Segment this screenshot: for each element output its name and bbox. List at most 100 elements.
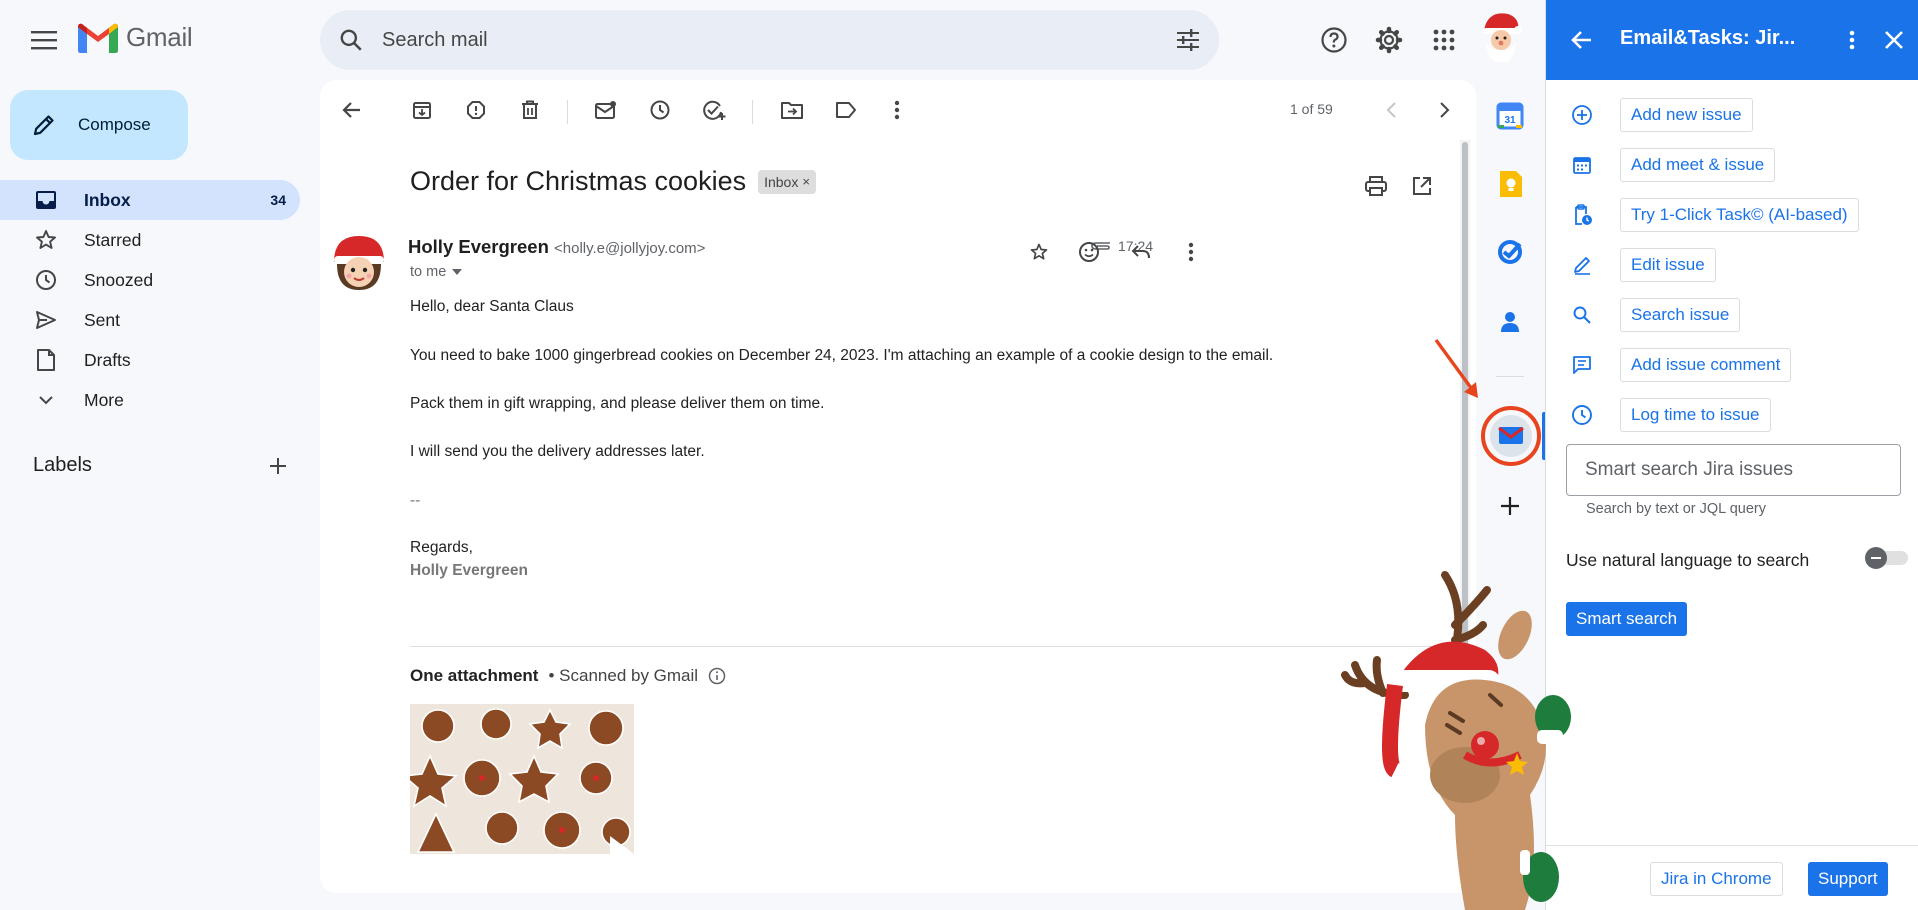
sidebar-item-more[interactable]: More xyxy=(0,380,300,420)
panel-footer-divider xyxy=(1546,845,1918,846)
star-icon xyxy=(32,228,60,252)
add-label-plus-icon[interactable] xyxy=(262,450,294,482)
search-issue-button[interactable]: Search issue xyxy=(1620,298,1741,332)
action-add-issue-comment[interactable]: Add issue comment xyxy=(1566,348,1792,382)
google-keep-icon[interactable] xyxy=(1492,166,1528,202)
clipboard-clock-icon xyxy=(1566,204,1598,226)
chevron-down-icon xyxy=(32,394,60,406)
action-add-new-issue[interactable]: Add new issue xyxy=(1566,98,1753,132)
sidebar-item-starred[interactable]: Starred xyxy=(0,220,300,260)
recipients-toggle[interactable]: to me xyxy=(410,264,463,280)
email-view: 1 of 59 Order for Christmas cookies Inbo… xyxy=(320,80,1476,893)
signature-separator: -- xyxy=(410,492,421,509)
back-arrow-icon[interactable] xyxy=(332,90,372,130)
toolbar-divider xyxy=(752,100,753,124)
sidebar-item-inbox[interactable]: Inbox 34 xyxy=(0,180,300,220)
sidebar-item-label: Inbox xyxy=(84,189,131,210)
action-search-issue[interactable]: Search issue xyxy=(1566,298,1741,332)
panel-title: Email&Tasks: Jir... xyxy=(1620,27,1796,49)
subject-text: Order for Christmas cookies xyxy=(410,166,747,196)
compose-label: Compose xyxy=(78,115,151,134)
info-icon[interactable] xyxy=(708,667,726,685)
compose-button[interactable]: Compose xyxy=(10,90,188,160)
support-button[interactable]: Support xyxy=(1808,862,1888,896)
signature-name: Holly Evergreen xyxy=(410,562,529,579)
action-edit-issue[interactable]: Edit issue xyxy=(1566,248,1716,282)
print-icon[interactable] xyxy=(1356,166,1396,206)
natural-language-toggle[interactable] xyxy=(1864,546,1912,570)
gmail-logo[interactable]: Gmail xyxy=(78,22,193,53)
mark-unread-icon[interactable] xyxy=(586,90,626,130)
action-one-click-task[interactable]: Try 1-Click Task© (AI-based) xyxy=(1566,198,1859,232)
apps-grid-icon[interactable] xyxy=(1424,20,1464,60)
caret-down-icon xyxy=(452,269,463,275)
panel-more-vertical-icon[interactable] xyxy=(1832,20,1872,60)
action-add-meet-issue[interactable]: Add meet & issue xyxy=(1566,148,1776,182)
comment-icon xyxy=(1566,355,1598,375)
strip-divider xyxy=(1496,376,1524,377)
google-contacts-icon[interactable] xyxy=(1492,304,1528,340)
search-options-icon[interactable] xyxy=(1175,28,1201,52)
sidebar-item-sent[interactable]: Sent xyxy=(0,300,300,340)
reply-arrow-icon[interactable] xyxy=(1122,233,1160,271)
action-log-time[interactable]: Log time to issue xyxy=(1566,398,1771,432)
email-tasks-addon-icon[interactable] xyxy=(1481,406,1541,466)
draft-icon xyxy=(32,348,60,372)
toolbar-divider xyxy=(567,100,568,124)
account-avatar[interactable] xyxy=(1478,8,1524,64)
main-menu-icon[interactable] xyxy=(20,20,68,60)
archive-icon[interactable] xyxy=(402,90,442,130)
inbox-unread-count: 34 xyxy=(270,192,286,208)
smart-search-input[interactable] xyxy=(1566,444,1901,496)
add-meet-issue-button[interactable]: Add meet & issue xyxy=(1620,148,1776,182)
recipients-text: to me xyxy=(410,264,447,280)
open-in-new-window-icon[interactable] xyxy=(1402,166,1442,206)
sender-email: <holly.e@jollyjoy.com> xyxy=(554,240,706,257)
search-bar[interactable] xyxy=(320,10,1219,70)
newer-chevron-left-icon[interactable] xyxy=(1372,90,1412,130)
attachment-thumbnail-cookies-image[interactable] xyxy=(410,704,634,854)
sender-name[interactable]: Holly Evergreen xyxy=(408,236,549,257)
get-addons-plus-icon[interactable] xyxy=(1492,488,1528,524)
sidebar-item-label: Sent xyxy=(84,309,120,330)
message-more-vertical-icon[interactable] xyxy=(1172,233,1210,271)
sidebar-item-label: Starred xyxy=(84,229,142,250)
panel-back-arrow-icon[interactable] xyxy=(1562,20,1602,60)
label-tag-icon[interactable] xyxy=(826,90,866,130)
smart-search-button[interactable]: Smart search xyxy=(1566,602,1688,636)
settings-gear-icon[interactable] xyxy=(1369,20,1409,60)
top-bar: Gmail xyxy=(0,0,1546,80)
google-calendar-icon[interactable]: 31 xyxy=(1492,98,1528,134)
sidebar-item-snoozed[interactable]: Snoozed xyxy=(0,260,300,300)
natural-language-label: Use natural language to search xyxy=(1566,550,1810,570)
emoji-reaction-icon[interactable] xyxy=(1070,233,1108,271)
inbox-icon xyxy=(32,190,60,210)
jira-in-chrome-button[interactable]: Jira in Chrome xyxy=(1650,862,1783,896)
report-spam-icon[interactable] xyxy=(456,90,496,130)
sender-avatar[interactable] xyxy=(328,232,390,294)
email-body-line: Hello, dear Santa Claus xyxy=(410,298,574,315)
more-vertical-icon[interactable] xyxy=(877,90,917,130)
remove-label-close-icon[interactable]: × xyxy=(802,174,810,189)
inbox-label-chip[interactable]: Inbox × xyxy=(758,169,816,194)
add-new-issue-button[interactable]: Add new issue xyxy=(1620,98,1753,132)
older-chevron-right-icon[interactable] xyxy=(1424,90,1464,130)
delete-trash-icon[interactable] xyxy=(510,90,550,130)
search-icon[interactable] xyxy=(338,27,364,53)
attachment-header: One attachment • Scanned by Gmail xyxy=(410,666,726,686)
log-time-button[interactable]: Log time to issue xyxy=(1620,398,1771,432)
sidebar-item-drafts[interactable]: Drafts xyxy=(0,340,300,380)
edit-issue-button[interactable]: Edit issue xyxy=(1620,248,1716,282)
star-icon[interactable] xyxy=(1020,233,1058,271)
plus-circle-icon xyxy=(1566,104,1598,126)
search-input[interactable] xyxy=(382,28,1175,52)
help-icon[interactable] xyxy=(1314,20,1354,60)
move-to-folder-icon[interactable] xyxy=(772,90,812,130)
one-click-task-button[interactable]: Try 1-Click Task© (AI-based) xyxy=(1620,198,1859,232)
google-tasks-icon[interactable] xyxy=(1492,234,1528,270)
calendar-icon xyxy=(1566,155,1598,175)
panel-close-icon[interactable] xyxy=(1874,20,1914,60)
add-issue-comment-button[interactable]: Add issue comment xyxy=(1620,348,1792,382)
snooze-clock-icon[interactable] xyxy=(640,90,680,130)
add-task-icon[interactable] xyxy=(694,90,734,130)
